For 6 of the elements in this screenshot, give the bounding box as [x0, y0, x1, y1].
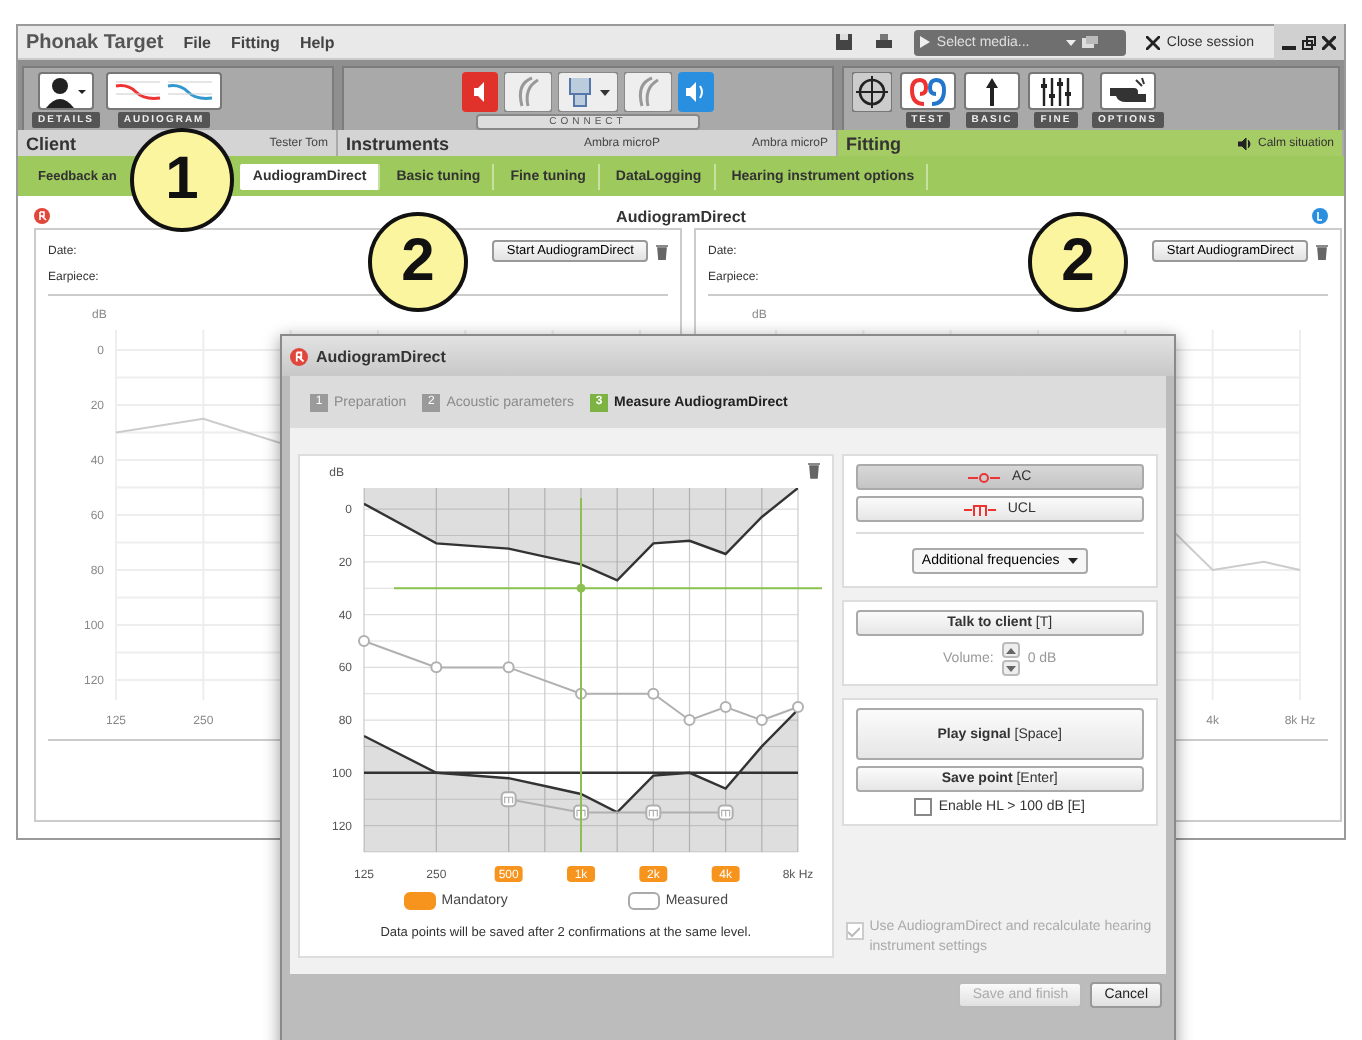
section-heading: AudiogramDirect: [614, 207, 748, 225]
section-title: Client: [26, 133, 77, 153]
section-title: Fitting: [846, 133, 901, 153]
dialog-title: AudiogramDirect: [316, 347, 446, 365]
section-title: Instruments: [346, 133, 450, 153]
app-title: Phonak Target: [26, 31, 164, 53]
